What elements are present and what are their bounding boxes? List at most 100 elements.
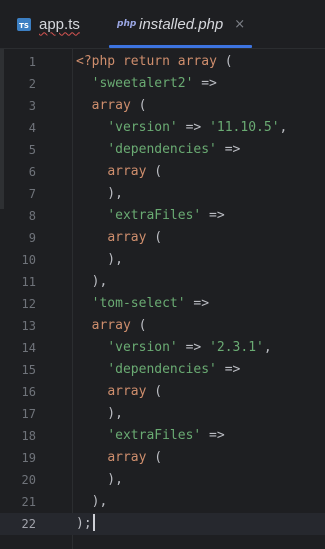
punctuation-token: ), <box>76 252 123 267</box>
line-number: 22 <box>21 517 36 531</box>
punctuation-token <box>76 76 92 91</box>
code-line[interactable]: 15 'dependencies' => <box>0 359 325 381</box>
punctuation-token <box>76 98 92 113</box>
line-number: 3 <box>28 99 36 113</box>
editor-tab-bar: TS app.ts php installed.php × <box>0 0 325 49</box>
line-number: 4 <box>28 121 36 135</box>
line-number: 14 <box>21 341 36 355</box>
code-line[interactable]: 11 ), <box>0 271 325 293</box>
code-line[interactable]: 1 <?php return array ( <box>0 51 325 73</box>
code-line[interactable]: 10 ), <box>0 249 325 271</box>
code-line[interactable]: 6 array ( <box>0 161 325 183</box>
code-editor[interactable]: 1 <?php return array (2 'sweetalert2' => 3… <box>0 49 325 549</box>
punctuation-token: ), <box>76 406 123 421</box>
line-number: 19 <box>21 451 36 465</box>
punctuation-token <box>76 428 107 443</box>
punctuation-token: ), <box>76 494 108 509</box>
punctuation-token: ( <box>146 450 163 465</box>
code-text: ), <box>76 183 123 205</box>
code-text: 'dependencies' => <box>76 139 240 161</box>
tab-label: installed.php <box>139 15 224 33</box>
code-text: ), <box>76 491 108 513</box>
string-token: 'extraFiles' <box>107 428 202 443</box>
code-line[interactable]: 8 'extraFiles' => <box>0 205 325 227</box>
code-line[interactable]: 14 'version' => '2.3.1', <box>0 337 325 359</box>
punctuation-token: => <box>177 340 210 355</box>
punctuation-token <box>76 208 107 223</box>
code-line[interactable]: 16 array ( <box>0 381 325 403</box>
punctuation-token: ( <box>130 98 147 113</box>
keyword-token: array <box>107 450 147 465</box>
tab-label: app.ts <box>39 15 80 33</box>
code-text: ), <box>76 403 123 425</box>
punctuation-token <box>76 164 107 179</box>
code-line[interactable]: 4 'version' => '11.10.5', <box>0 117 325 139</box>
keyword-token: array <box>107 230 147 245</box>
punctuation-token: , <box>263 340 272 355</box>
line-number: 17 <box>21 407 36 421</box>
punctuation-token <box>76 296 92 311</box>
line-number: 21 <box>21 495 36 509</box>
keyword-token: array <box>177 54 217 69</box>
text-caret <box>92 514 95 531</box>
punctuation-token <box>76 450 107 465</box>
code-line[interactable]: 3 array ( <box>0 95 325 117</box>
punctuation-token <box>76 230 107 245</box>
line-number: 1 <box>28 55 36 69</box>
punctuation-token <box>76 142 107 157</box>
punctuation-token <box>76 340 107 355</box>
keyword-token: array <box>91 318 131 333</box>
code-line[interactable]: 12 'tom-select' => <box>0 293 325 315</box>
code-text: array ( <box>76 227 162 249</box>
code-text: 'version' => '2.3.1', <box>76 337 272 359</box>
string-token: 'version' <box>107 340 178 355</box>
code-line[interactable]: 19 array ( <box>0 447 325 469</box>
code-text: ), <box>76 469 123 491</box>
close-icon[interactable]: × <box>234 17 245 32</box>
tab-installed-php[interactable]: php installed.php × <box>117 0 245 48</box>
keyword-token: <?php <box>76 54 116 69</box>
punctuation-token: => <box>216 362 241 377</box>
code-text: 'extraFiles' => <box>76 205 224 227</box>
punctuation-token <box>76 384 107 399</box>
code-text: array ( <box>76 447 162 469</box>
line-number: 7 <box>28 187 36 201</box>
code-line[interactable]: 18 'extraFiles' => <box>0 425 325 447</box>
code-line[interactable]: 9 array ( <box>0 227 325 249</box>
punctuation-token: ( <box>146 384 163 399</box>
punctuation-token: ( <box>146 230 163 245</box>
line-number: 15 <box>21 363 36 377</box>
code-text: array ( <box>76 315 147 337</box>
code-text: <?php return array ( <box>76 51 233 73</box>
line-number: 20 <box>21 473 36 487</box>
line-number: 9 <box>28 231 36 245</box>
code-text: 'extraFiles' => <box>76 425 224 447</box>
code-line[interactable]: 13 array ( <box>0 315 325 337</box>
punctuation-token <box>115 54 123 69</box>
punctuation-token: ), <box>76 274 108 289</box>
string-token: '11.10.5' <box>209 120 280 135</box>
code-text: array ( <box>76 95 147 117</box>
code-line[interactable]: 2 'sweetalert2' => <box>0 73 325 95</box>
tab-app-ts[interactable]: TS app.ts <box>17 0 80 48</box>
punctuation-token: => <box>216 142 241 157</box>
line-number: 6 <box>28 165 36 179</box>
code-text: ); <box>76 513 95 535</box>
active-tab-indicator <box>109 45 252 48</box>
code-line[interactable]: 20 ), <box>0 469 325 491</box>
code-line[interactable]: 22); <box>0 513 325 535</box>
keyword-token: array <box>107 164 147 179</box>
code-text: ), <box>76 249 123 271</box>
code-line[interactable]: 21 ), <box>0 491 325 513</box>
code-line[interactable]: 7 ), <box>0 183 325 205</box>
code-line[interactable]: 17 ), <box>0 403 325 425</box>
code-line[interactable]: 5 'dependencies' => <box>0 139 325 161</box>
line-number: 5 <box>28 143 36 157</box>
keyword-token: array <box>91 98 131 113</box>
punctuation-token: => <box>193 76 217 91</box>
string-token: 'sweetalert2' <box>91 76 194 91</box>
string-token: 'dependencies' <box>107 362 217 377</box>
punctuation-token: , <box>279 120 288 135</box>
code-text: array ( <box>76 381 162 403</box>
punctuation-token: ( <box>216 54 233 69</box>
